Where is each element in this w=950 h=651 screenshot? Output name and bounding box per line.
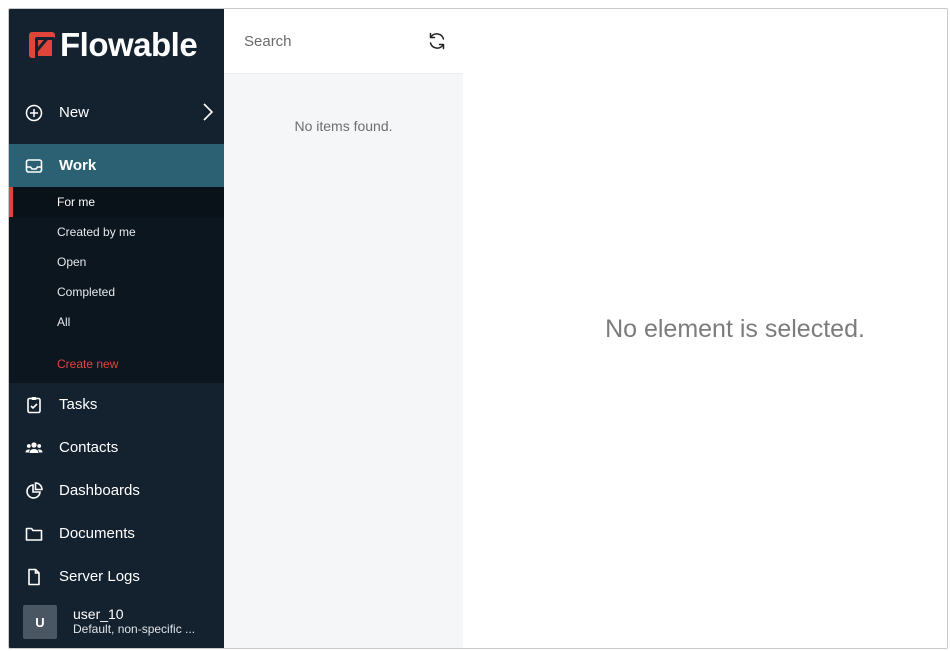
user-profile[interactable]: U user_10 Default, non-specific ... [9,596,224,648]
sidebar-item-label: Contacts [59,439,119,456]
refresh-icon[interactable] [427,31,447,51]
search-input[interactable] [244,32,414,50]
work-filter-all[interactable]: All [9,307,224,337]
sidebar: Flowable New Work For me Created by me O… [9,9,224,648]
work-list-panel: No items found. [224,9,463,648]
search-bar [224,9,463,74]
detail-panel: No element is selected. [463,9,947,648]
sidebar-item-documents[interactable]: Documents [9,512,224,555]
sidebar-item-label: Documents [59,525,135,542]
work-filter-created-by-me[interactable]: Created by me [9,217,224,247]
file-icon [25,568,43,586]
avatar: U [23,605,57,639]
pie-chart-icon [25,481,43,500]
chevron-right-icon [203,103,214,121]
flowable-logo-icon [29,32,55,59]
work-submenu: For me Created by me Open Completed All … [9,187,224,383]
work-filter-for-me[interactable]: For me [9,187,224,217]
no-selection-message: No element is selected. [605,315,865,343]
logo-text: Flowable [60,26,198,63]
sidebar-item-dashboards[interactable]: Dashboards [9,469,224,512]
inbox-icon [25,157,43,175]
sidebar-item-label: Tasks [59,396,98,413]
users-icon [25,439,43,457]
sidebar-item-label: Dashboards [59,482,140,499]
sidebar-item-label: Work [59,157,97,174]
sidebar-item-contacts[interactable]: Contacts [9,426,224,469]
sidebar-item-label: New [59,104,90,121]
folder-icon [25,525,43,543]
sidebar-item-tasks[interactable]: Tasks [9,383,224,426]
user-info: user_10 Default, non-specific ... [73,607,223,637]
work-filter-open[interactable]: Open [9,247,224,277]
plus-circle-icon [25,104,43,122]
sidebar-item-label: Server Logs [59,568,140,585]
user-subtitle: Default, non-specific ... [73,622,196,636]
sidebar-item-new[interactable]: New [9,91,224,134]
user-name: user_10 [73,606,124,622]
sidebar-item-server-logs[interactable]: Server Logs [9,555,224,598]
app-window: Flowable New Work For me Created by me O… [8,8,948,649]
flowable-logo[interactable]: Flowable [9,9,224,81]
sidebar-item-work[interactable]: Work [9,144,224,187]
work-filter-completed[interactable]: Completed [9,277,224,307]
create-new-link[interactable]: Create new [9,351,224,377]
empty-list-message: No items found. [294,118,393,134]
clipboard-check-icon [25,396,43,414]
